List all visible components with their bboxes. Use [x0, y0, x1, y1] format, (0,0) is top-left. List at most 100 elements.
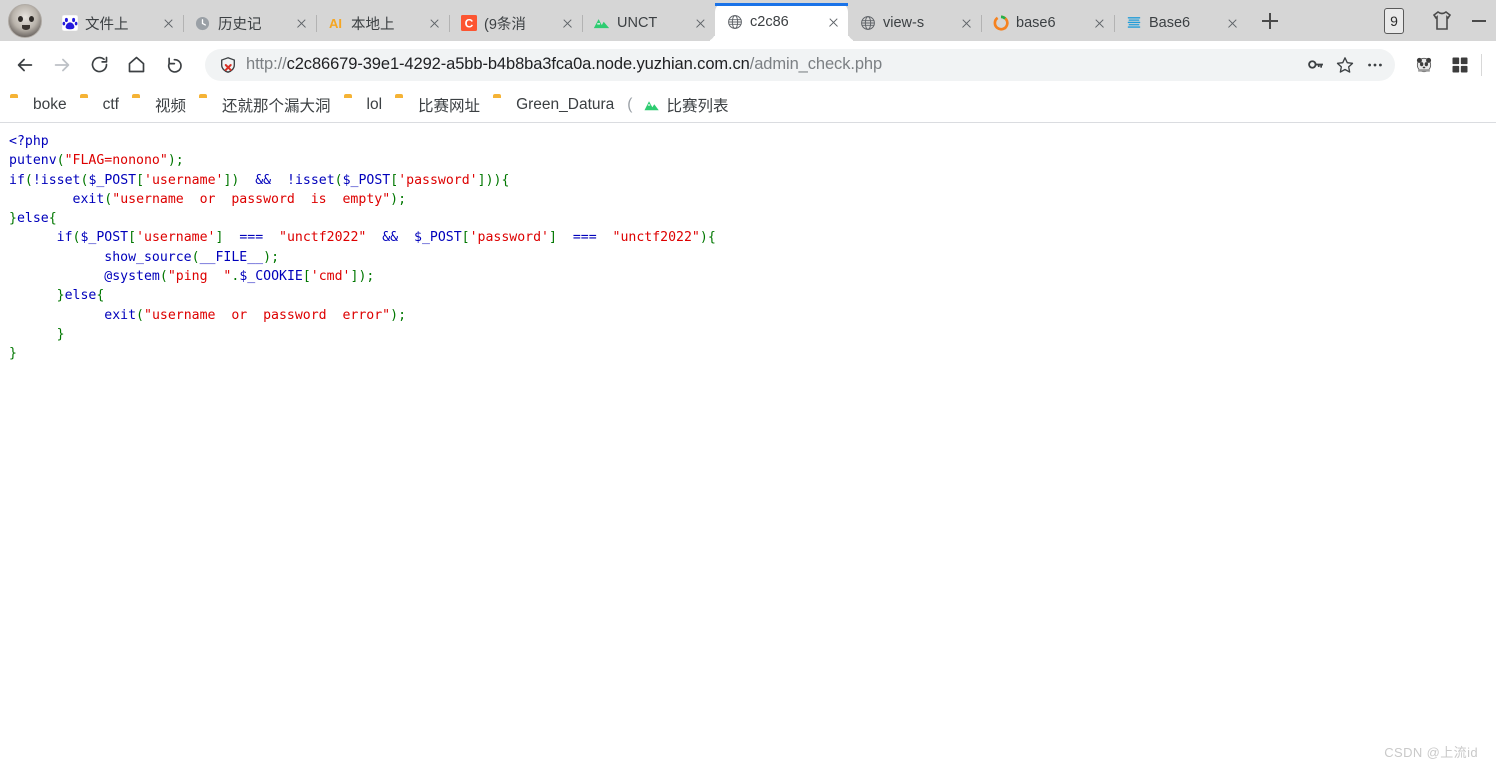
code-token: "ping " [167, 269, 232, 285]
tab-close-icon[interactable] [692, 15, 709, 32]
bookmark-item[interactable]: lol [344, 96, 383, 114]
folder-icon [132, 97, 150, 113]
browser-tab[interactable]: 历史记 [183, 5, 316, 41]
folder-icon [344, 97, 362, 113]
folder-icon [199, 97, 217, 113]
bookmark-item[interactable]: ctf [80, 96, 119, 114]
code-token: $_POST [88, 172, 137, 188]
browser-tab[interactable]: view-s [848, 5, 981, 41]
browser-tab[interactable]: UNCT [582, 5, 715, 41]
code-token: show_source [104, 249, 192, 265]
password-key-icon[interactable] [1301, 51, 1329, 79]
tab-close-icon[interactable] [293, 15, 310, 32]
tab-title: c2c86 [750, 14, 789, 30]
back-arrow-icon[interactable] [8, 48, 42, 82]
csdn-icon: C [460, 15, 477, 32]
code-token: ( [159, 269, 168, 285]
code-token: ( [136, 307, 144, 323]
apps-grid-icon[interactable] [1445, 50, 1475, 80]
code-token: <?php [9, 134, 49, 149]
tab-list: 文件上 历史记 AI 本地上 C (9条消 UNCT c2c86 view-s base6 Base… [50, 0, 1247, 41]
page-content: <?php putenv("FLAG=nonono"); if(!isset($… [0, 123, 1496, 771]
code-token: __FILE__ [199, 249, 264, 265]
reload-icon[interactable] [82, 48, 116, 82]
address-bar[interactable]: http://c2c86679-39e1-4292-a5bb-b4b8ba3fc… [205, 48, 1395, 81]
bookmark-item-contest-list[interactable]: 比赛列表 [643, 94, 728, 116]
tab-close-icon[interactable] [1091, 15, 1108, 32]
panda-extension-icon[interactable] [1409, 50, 1439, 80]
tab-close-icon[interactable] [958, 15, 975, 32]
unct-icon [643, 97, 661, 113]
bookmark-item[interactable]: boke [10, 96, 67, 114]
url-display[interactable]: http://c2c86679-39e1-4292-a5bb-b4b8ba3fc… [246, 55, 1299, 74]
not-secure-shield-icon[interactable] [219, 56, 237, 74]
base64-icon [1125, 15, 1142, 32]
odysee-icon [992, 15, 1009, 32]
code-token: ( [24, 172, 33, 188]
code-token: ) [390, 307, 399, 323]
code-token: ; [366, 269, 375, 285]
code-token: { [501, 172, 510, 188]
tab-close-icon[interactable] [825, 14, 842, 31]
bookmark-label: Green_Datura [516, 96, 615, 113]
tab-title: 本地上 [351, 16, 395, 33]
tab-close-icon[interactable] [559, 15, 576, 32]
tab-title: UNCT [617, 15, 658, 31]
tab-title: base6 [1016, 15, 1056, 31]
code-token: 'username' [144, 172, 224, 188]
bookmark-item[interactable]: 视频 [132, 94, 186, 116]
code-token: { [48, 211, 57, 227]
code-token: if [56, 230, 73, 246]
code-token: ( [191, 249, 200, 265]
code-token: if [9, 172, 25, 188]
tab-count-badge[interactable]: 9 [1384, 7, 1404, 34]
new-tab-button[interactable] [1253, 4, 1287, 38]
forward-arrow-icon [45, 48, 79, 82]
code-token: === [223, 230, 280, 246]
bookmark-item[interactable]: 比赛网址 [395, 94, 480, 116]
clock-icon [194, 15, 211, 32]
window-minimize-icon[interactable] [1472, 19, 1486, 22]
browser-tab[interactable]: 文件上 [50, 5, 183, 41]
csdn-watermark: CSDN @上流id [1384, 745, 1478, 760]
tab-close-icon[interactable] [1224, 15, 1241, 32]
code-token: === [556, 230, 613, 246]
code-token: ; [398, 307, 407, 323]
tab-title: Base6 [1149, 15, 1191, 31]
code-token: else [16, 211, 49, 227]
code-token: $_COOKIE [239, 269, 303, 285]
bookmark-label: 比赛列表 [666, 98, 729, 115]
globe-icon [726, 14, 743, 31]
url-path: /admin_check.php [749, 55, 883, 73]
home-icon[interactable] [119, 48, 153, 82]
browser-tab[interactable]: C (9条消 [449, 5, 582, 41]
profile-avatar[interactable] [8, 4, 42, 38]
toolbar-divider [1481, 53, 1482, 76]
bookmark-label: lol [366, 96, 383, 113]
tshirt-icon[interactable] [1430, 9, 1454, 33]
browser-tab[interactable]: Base6 [1114, 5, 1247, 41]
undo-icon[interactable] [156, 48, 190, 82]
bookmarks-list: boke ctf 视频 还就那个漏大洞 lol 比赛网址 Green_Datura [10, 94, 627, 116]
bookmark-item[interactable]: 还就那个漏大洞 [199, 94, 331, 116]
browser-tab[interactable]: AI 本地上 [316, 5, 449, 41]
tab-title: view-s [883, 15, 925, 31]
code-token: ; [398, 191, 407, 207]
tab-separator [582, 15, 583, 32]
active-tab-accent [715, 3, 848, 6]
tab-close-icon[interactable] [160, 15, 177, 32]
bookmark-item[interactable]: Green_Datura [493, 96, 614, 114]
browser-tab[interactable]: base6 [981, 5, 1114, 41]
browser-tab[interactable]: c2c86 [715, 3, 848, 41]
tab-close-icon[interactable] [426, 15, 443, 32]
more-options-icon[interactable] [1361, 51, 1389, 79]
php-source-code: <?php putenv("FLAG=nonono"); if(!isset($… [0, 123, 1496, 364]
code-token: "username or password error" [144, 307, 391, 323]
code-token: isset [294, 172, 335, 188]
code-token: && [366, 230, 414, 246]
bookmark-star-icon[interactable] [1331, 51, 1359, 79]
code-token: system [112, 269, 160, 285]
